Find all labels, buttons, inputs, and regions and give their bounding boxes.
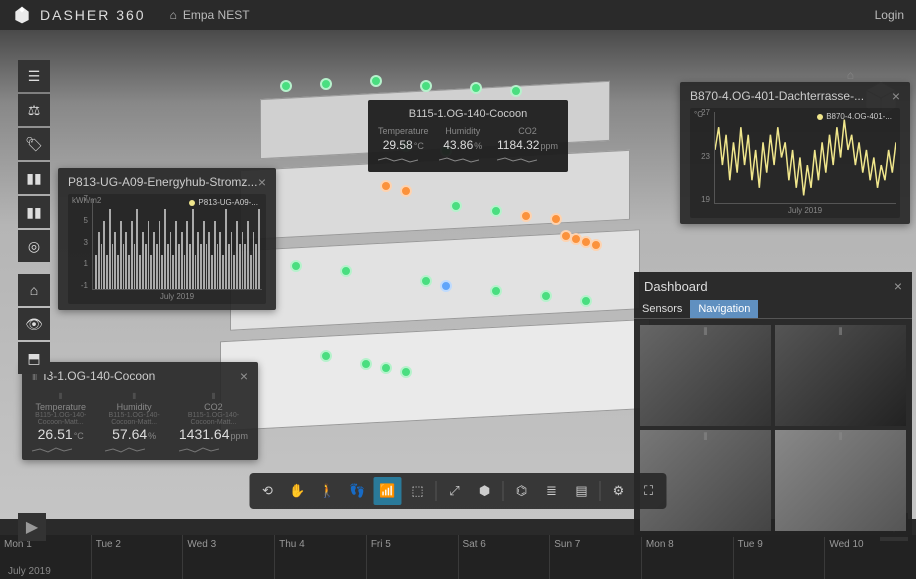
orbit-icon[interactable]: ⟲ (254, 477, 282, 505)
metric: ⦀HumidityB115-1.OG-140-Cocoon-Matt...57.… (105, 392, 162, 454)
dashboard-panel[interactable]: Dashboard × SensorsNavigation (634, 272, 912, 537)
timeline-day[interactable]: Thu 4 (274, 535, 366, 579)
panel-title: B870-4.OG-401-Dachterrasse-... (690, 89, 864, 103)
tooltip-title: B115-1.OG-140-Cocoon (378, 108, 558, 120)
viewcube-home-icon[interactable]: ⌂ (847, 68, 854, 82)
metric: CO21184.32ppm (497, 126, 558, 164)
dashboard-thumbnail[interactable] (775, 430, 906, 531)
dashboard-tab[interactable]: Navigation (690, 300, 758, 318)
dashboard-thumbnail[interactable] (775, 325, 906, 426)
panel-title: I3-1.OG-140-Cocoon (43, 369, 155, 383)
timeline-month-label: July 2019 (8, 566, 51, 577)
target-icon[interactable]: ◎ (18, 230, 50, 262)
fullscreen-icon[interactable]: ⛶ (635, 477, 663, 505)
layers-icon[interactable]: ≣ (538, 477, 566, 505)
metric: ⦀CO2B115-1.OG-140-Cocoon-Matt...1431.64p… (179, 392, 248, 454)
dashboard-thumbnail[interactable] (640, 325, 771, 426)
timeline-day[interactable]: Wed 10 (824, 535, 916, 579)
sensor-tooltip: B115-1.OG-140-Cocoon Temperature29.58°C H… (368, 100, 568, 172)
login-link[interactable]: Login (875, 8, 904, 22)
play-button[interactable]: ▶ (18, 513, 46, 541)
timeline-day[interactable]: Sun 7 (549, 535, 641, 579)
chart-xlabel: July 2019 (92, 292, 262, 304)
vr-icon[interactable]: ⬒ (18, 342, 50, 374)
tag-icon[interactable]: 🏷 (18, 128, 50, 160)
bottom-toolbar: ⟲✋🚶👣📶⬚ ⤢⬢ ⌬≣▤ ⚙⛶ (250, 473, 667, 509)
hierarchy-icon[interactable]: ⌬ (508, 477, 536, 505)
select-box-icon[interactable]: ⬚ (404, 477, 432, 505)
home-icon: ⌂ (170, 8, 177, 22)
close-icon[interactable]: × (240, 368, 248, 384)
timeline-day[interactable]: Fri 5 (366, 535, 458, 579)
temperature-panel[interactable]: B870-4.OG-401-Dachterrasse-... × °C B870… (680, 82, 910, 224)
pan-icon[interactable]: ✋ (284, 477, 312, 505)
explode-icon[interactable]: ⤢ (441, 477, 469, 505)
close-icon[interactable]: × (894, 278, 902, 294)
footsteps-icon[interactable]: 👣 (344, 477, 372, 505)
metric: ⦀TemperatureB115-1.OG-140-Cocoon-Matt...… (32, 392, 89, 454)
temperature-chart: °C B870-4.OG-401-... 272319 July 2019 (690, 108, 900, 218)
cocoon-panel[interactable]: ⦀ I3-1.OG-140-Cocoon × ⦀TemperatureB115-… (22, 362, 258, 460)
timeline-day[interactable]: Wed 3 (182, 535, 274, 579)
energy-chart: kWh/m2 P813-UG-A09-... 7531-1 July 2019 (68, 194, 266, 304)
timeline-day[interactable]: Tue 9 (733, 535, 825, 579)
list-icon[interactable]: ☰ (18, 60, 50, 92)
bars-alt-icon[interactable]: ▮▮ (18, 196, 50, 228)
app-title: DASHER 360 (40, 7, 146, 23)
dashboard-title: Dashboard (644, 279, 708, 294)
dashboard-tab[interactable]: Sensors (634, 300, 690, 318)
timeline-day[interactable]: Mon 8 (641, 535, 733, 579)
close-icon[interactable]: × (258, 174, 266, 190)
home-icon[interactable]: ⌂ (18, 274, 50, 306)
project-link[interactable]: ⌂ Empa NEST (170, 8, 250, 22)
bars-icon[interactable]: ▮▮ (18, 162, 50, 194)
weight-icon[interactable]: ⚖ (18, 94, 50, 126)
walk-icon[interactable]: 🚶 (314, 477, 342, 505)
close-icon[interactable]: × (892, 88, 900, 104)
metric: Humidity43.86% (439, 126, 487, 164)
wifi-icon[interactable]: 📶 (374, 477, 402, 505)
top-bar: DASHER 360 ⌂ Empa NEST Login (0, 0, 916, 30)
panel-title: P813-UG-A09-Energyhub-Stromz... (68, 175, 257, 189)
logo-icon (12, 5, 32, 25)
cube-icon[interactable]: ⬢ (471, 477, 499, 505)
dashboard-grid (634, 319, 912, 537)
chart-xlabel: July 2019 (714, 206, 896, 218)
metric: Temperature29.58°C (378, 126, 429, 164)
timeline-day[interactable]: Tue 2 (91, 535, 183, 579)
properties-icon[interactable]: ▤ (568, 477, 596, 505)
settings-icon[interactable]: ⚙ (605, 477, 633, 505)
timeline-day[interactable]: Sat 6 (458, 535, 550, 579)
left-toolbar: ☰⚖🏷▮▮▮▮◎⌂👁⬒ (18, 60, 50, 374)
energy-panel[interactable]: P813-UG-A09-Energyhub-Stromz... × kWh/m2… (58, 168, 276, 310)
project-name: Empa NEST (183, 8, 250, 22)
eye-icon[interactable]: 👁 (18, 308, 50, 340)
